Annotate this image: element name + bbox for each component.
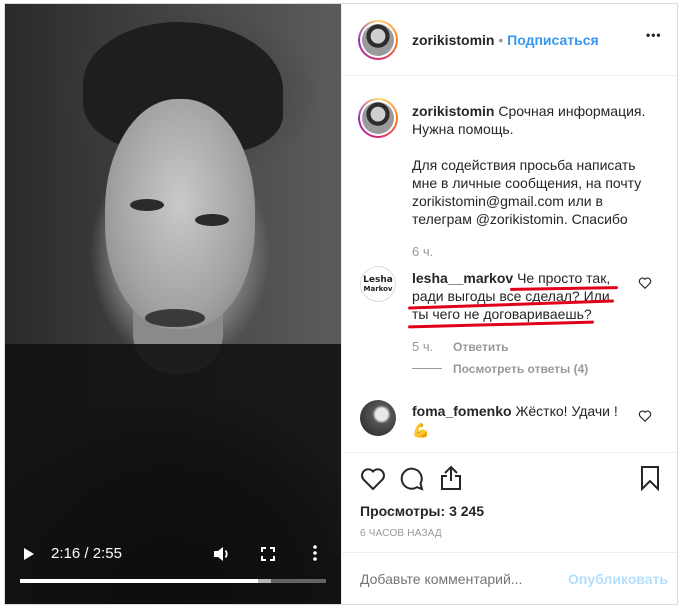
header-username[interactable]: zorikistomin xyxy=(412,32,494,48)
comment-text: Жёстко! Удачи ! xyxy=(515,403,618,419)
caption-time: 6 ч. xyxy=(412,244,434,259)
more-vertical-icon[interactable] xyxy=(313,545,317,561)
replies-divider xyxy=(412,368,442,369)
video-progress-bar[interactable] xyxy=(20,579,326,583)
follow-button[interactable]: Подписаться xyxy=(507,32,599,48)
comment-username[interactable]: lesha__markov xyxy=(412,270,513,286)
view-replies-button[interactable]: Посмотреть ответы (4) xyxy=(453,362,588,376)
play-icon[interactable] xyxy=(23,547,35,561)
caption-line-2: Нужна помощь. xyxy=(412,121,514,137)
author-avatar[interactable] xyxy=(358,20,398,60)
comment-lesha-markov: lesha__markov Че просто так, ради выгоды… xyxy=(412,269,652,323)
views-count: 3 245 xyxy=(449,503,485,519)
volume-icon[interactable] xyxy=(213,546,231,562)
like-comment-icon[interactable] xyxy=(638,276,652,290)
video-time-separator: / xyxy=(84,545,89,562)
post-actions: Просмотры: 3 245 6 ЧАСОВ НАЗАД xyxy=(342,452,677,562)
more-options-icon[interactable]: ••• xyxy=(646,28,662,42)
post-frame: 2:16 / 2:55 zorikistomin • Подписаться •… xyxy=(4,3,678,605)
video-figure-mouth xyxy=(145,309,205,327)
caption-line-1: Срочная информация. xyxy=(498,103,646,119)
comment-time: 5 ч. xyxy=(412,339,434,354)
comment-line-1: Че просто так, xyxy=(517,270,611,286)
caption-para2-line-4: телеграм @zorikistomin. Спасибо xyxy=(412,211,628,227)
add-comment-bar: Опубликовать xyxy=(342,552,677,604)
comment-username[interactable]: foma_fomenko xyxy=(412,403,512,419)
fullscreen-icon[interactable] xyxy=(261,547,275,561)
lesha-avatar-text-2: Markov xyxy=(363,285,393,293)
video-time-total: 2:55 xyxy=(92,545,122,562)
caption-para2-line-2: мне в личные сообщения, на почту xyxy=(412,175,642,191)
video-player[interactable]: 2:16 / 2:55 xyxy=(5,4,341,604)
video-time-current: 2:16 xyxy=(51,545,81,562)
like-comment-icon[interactable] xyxy=(638,409,652,423)
video-time: 2:16 / 2:55 xyxy=(51,545,122,563)
like-icon[interactable] xyxy=(360,467,386,494)
video-figure-sweater xyxy=(5,344,341,604)
lesha-avatar-text-1: Lesha xyxy=(363,275,393,285)
views-row: Просмотры: 3 245 xyxy=(360,503,484,519)
post-header: zorikistomin • Подписаться ••• xyxy=(342,4,677,76)
publish-button[interactable]: Опубликовать xyxy=(568,571,668,587)
flexed-biceps-emoji: 💪 xyxy=(412,423,430,439)
video-figure-eye-right xyxy=(195,214,229,226)
caption-username[interactable]: zorikistomin xyxy=(412,103,494,119)
lesha-markov-avatar[interactable]: Lesha Markov xyxy=(360,266,396,302)
video-figure-face xyxy=(105,99,255,329)
foma-fomenko-avatar[interactable] xyxy=(360,400,396,436)
reply-button[interactable]: Ответить xyxy=(453,340,508,354)
header-dot: • xyxy=(498,32,504,48)
post-side-panel: zorikistomin • Подписаться ••• zorikisto… xyxy=(341,4,677,604)
post-caption: zorikistomin Срочная информация. Нужна п… xyxy=(412,102,662,228)
views-label: Просмотры: xyxy=(360,503,446,519)
caption-avatar[interactable] xyxy=(358,98,398,138)
comment-icon[interactable] xyxy=(400,467,424,494)
caption-para2-line-1: Для содействия просьба написать xyxy=(412,157,636,173)
header-user-row: zorikistomin • Подписаться xyxy=(412,32,599,48)
video-figure-eye-left xyxy=(130,199,164,211)
caption-para2-line-3: zorikistomin@gmail.com или в xyxy=(412,193,603,209)
comment-input[interactable] xyxy=(360,569,560,589)
post-timestamp: 6 ЧАСОВ НАЗАД xyxy=(360,528,442,539)
bookmark-icon[interactable] xyxy=(640,465,660,494)
comment-foma-fomenko: foma_fomenko Жёстко! Удачи ! 💪 xyxy=(412,402,652,440)
share-icon[interactable] xyxy=(440,465,462,494)
video-progress-fill xyxy=(20,579,258,583)
